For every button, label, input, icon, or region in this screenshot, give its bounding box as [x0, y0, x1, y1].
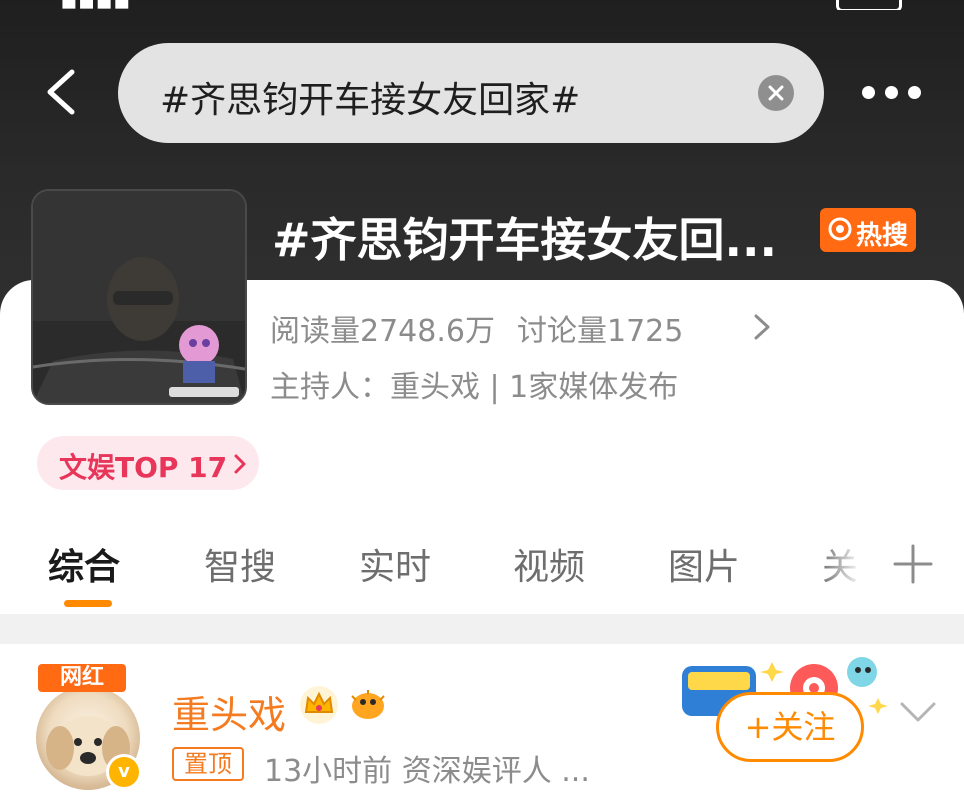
more-dot-icon [908, 86, 921, 99]
cover-photo [33, 191, 245, 403]
feed-post: 网红 v 重头戏 置顶 13小时前 资深娱评人 ... +关注 [0, 644, 964, 804]
more-options-button[interactable] [862, 84, 922, 102]
topic-title: #齐思钧开车接女友回... [272, 213, 777, 267]
pinned-badge: 置顶 [172, 747, 244, 781]
search-bar[interactable]: #齐思钧开车接女友回家# [118, 43, 824, 143]
close-icon [768, 85, 784, 101]
discussion-count: 讨论量1725 [516, 314, 684, 349]
hot-search-label: 热搜 [856, 221, 909, 251]
more-dot-icon [862, 86, 875, 99]
more-dot-icon [885, 86, 898, 99]
chevron-down-icon[interactable] [898, 700, 938, 724]
search-input[interactable]: #齐思钧开车接女友回家# [160, 71, 580, 123]
back-button[interactable] [34, 62, 94, 122]
ranking-label: 文娱TOP 17 [59, 451, 228, 484]
tab-fade-overlay [820, 528, 880, 614]
topic-cover-image[interactable] [31, 189, 247, 405]
tab-bar: 综合 智搜 实时 视频 图片 关 [0, 528, 964, 614]
chevron-right-icon [234, 454, 246, 474]
active-tab-indicator [64, 600, 112, 607]
chevron-right-icon[interactable] [750, 312, 774, 342]
follow-button[interactable]: +关注 [716, 692, 864, 762]
pufferfish-icon [351, 690, 385, 719]
crown-icon [300, 686, 338, 724]
topic-stats[interactable]: 阅读量2748.6万 讨论量1725 [270, 306, 683, 350]
battery-icon [836, 0, 902, 10]
tab-smart-search[interactable]: 智搜 [204, 538, 276, 590]
topic-host-line[interactable]: 主持人：重头戏 | 1家媒体发布 [270, 362, 678, 406]
section-divider [0, 614, 964, 644]
tab-realtime[interactable]: 实时 [359, 538, 431, 590]
verified-icon: v [106, 754, 142, 790]
author-name[interactable]: 重头戏 [172, 684, 286, 739]
tab-comprehensive[interactable]: 综合 [48, 538, 120, 590]
read-count: 阅读量2748.6万 [270, 314, 495, 349]
status-bar: ▪▪▪▪ [0, 0, 964, 10]
hot-search-badge[interactable]: 热搜 [820, 208, 916, 252]
chevron-left-icon [47, 69, 75, 115]
add-tab-icon[interactable] [893, 544, 933, 584]
tab-video[interactable]: 视频 [513, 538, 585, 590]
ranking-badge[interactable]: 文娱TOP 17 [37, 436, 259, 490]
tab-images[interactable]: 图片 [668, 538, 740, 590]
clear-search-button[interactable] [758, 75, 794, 111]
post-meta: 13小时前 资深娱评人 ... [264, 754, 590, 789]
influencer-badge: 网红 [38, 664, 126, 692]
hot-search-icon [828, 217, 852, 241]
status-bar-time-fragment: ▪▪▪▪ [60, 0, 130, 10]
